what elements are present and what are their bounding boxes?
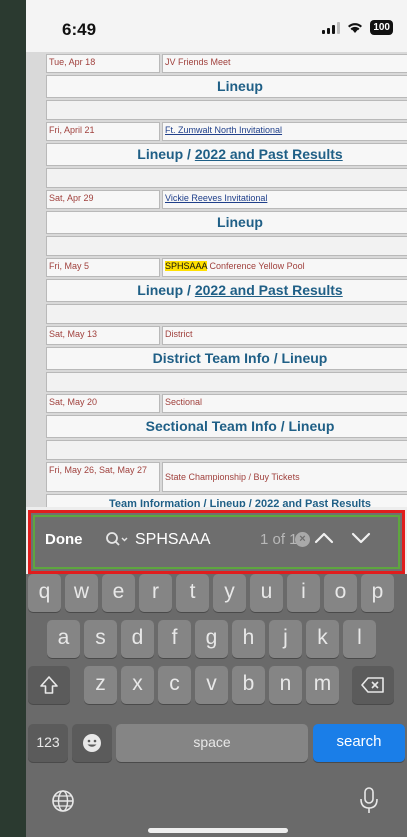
team-info-link[interactable]: District Team Info / Lineup <box>153 350 328 366</box>
event-cell[interactable]: Ft. Zumwalt North Invitational <box>162 122 407 141</box>
key-r[interactable]: r <box>139 574 172 612</box>
date-cell: Sat, May 13 <box>46 326 160 345</box>
team-info-cell: Team Information / Lineup / 2022 and Pas… <box>46 494 407 507</box>
lineup-cell[interactable]: Lineup <box>46 75 407 98</box>
schedule-table: Tue, Apr 18 JV Friends Meet Lineup Fri, A… <box>44 52 407 507</box>
match-count: 1 of 1 <box>260 531 298 548</box>
wifi-icon <box>348 23 363 33</box>
key-k[interactable]: k <box>306 620 339 658</box>
event-cell: SPHSAAA Conference Yellow Pool <box>162 258 407 277</box>
team-info-label[interactable]: Team Information / Lineup / <box>109 498 255 507</box>
keyboard: q w e r t y u i o p a s d f g h j k l z … <box>26 574 407 837</box>
microphone-icon[interactable] <box>358 786 380 816</box>
date-cell: Fri, April 21 <box>46 122 160 141</box>
key-n[interactable]: n <box>269 666 302 704</box>
key-h[interactable]: h <box>232 620 265 658</box>
spacer-cell <box>46 372 407 392</box>
date-cell: Fri, May 26, Sat, May 27 <box>46 462 160 492</box>
find-bar-highlight: Done SPHSAAA 1 of 1 × <box>28 510 405 574</box>
search-key[interactable]: search <box>313 724 405 762</box>
search-highlight: SPHSAAA <box>165 261 208 271</box>
web-content[interactable]: Tue, Apr 18 JV Friends Meet Lineup Fri, A… <box>26 52 407 507</box>
status-bar: 6:49 100 <box>26 0 407 52</box>
date-cell: Tue, Apr 18 <box>46 54 160 73</box>
key-d[interactable]: d <box>121 620 154 658</box>
delete-key[interactable] <box>352 666 394 704</box>
date-cell: Fri, May 5 <box>46 258 160 277</box>
key-x[interactable]: x <box>121 666 154 704</box>
key-e[interactable]: e <box>102 574 135 612</box>
event-text: Conference Yellow Pool <box>207 261 305 271</box>
spacer-cell <box>46 440 407 460</box>
signal-icon <box>322 21 341 34</box>
key-o[interactable]: o <box>324 574 357 612</box>
key-j[interactable]: j <box>269 620 302 658</box>
spacer-cell <box>46 304 407 324</box>
event-cell[interactable]: State Championship / Buy Tickets <box>162 462 407 492</box>
lineup-label[interactable]: Lineup / <box>137 282 195 298</box>
past-results-link[interactable]: 2022 and Past Results <box>195 282 343 298</box>
key-l[interactable]: l <box>343 620 376 658</box>
key-v[interactable]: v <box>195 666 228 704</box>
key-b[interactable]: b <box>232 666 265 704</box>
event-link[interactable]: Vickie Reeves Invitational <box>165 193 267 203</box>
phone-screen: 6:49 100 Tue, Apr 18 JV Friends Meet Line… <box>26 0 407 837</box>
backspace-icon <box>361 677 384 693</box>
event-cell: Sectional <box>162 394 407 413</box>
done-button[interactable]: Done <box>45 531 83 548</box>
lineup-label[interactable]: Lineup / <box>137 146 195 162</box>
event-cell[interactable]: Vickie Reeves Invitational <box>162 190 407 209</box>
key-m[interactable]: m <box>306 666 339 704</box>
lineup-link[interactable]: Lineup <box>217 78 263 94</box>
find-search-field[interactable]: SPHSAAA 1 of 1 × <box>105 525 325 555</box>
clear-icon[interactable]: × <box>295 532 310 547</box>
numbers-key[interactable]: 123 <box>28 724 68 762</box>
shift-icon <box>40 676 58 694</box>
home-indicator <box>148 828 288 833</box>
lineup-cell[interactable]: Lineup <box>46 211 407 234</box>
key-p[interactable]: p <box>361 574 394 612</box>
lineup-cell: Lineup / 2022 and Past Results <box>46 279 407 302</box>
past-results-link[interactable]: 2022 and Past Results <box>255 498 371 507</box>
search-icon[interactable] <box>105 531 129 549</box>
key-y[interactable]: y <box>213 574 246 612</box>
past-results-link[interactable]: 2022 and Past Results <box>195 146 343 162</box>
key-g[interactable]: g <box>195 620 228 658</box>
key-w[interactable]: w <box>65 574 98 612</box>
key-c[interactable]: c <box>158 666 191 704</box>
date-cell: Sat, May 20 <box>46 394 160 413</box>
status-time: 6:49 <box>62 20 97 39</box>
event-cell: JV Friends Meet <box>162 54 407 73</box>
key-f[interactable]: f <box>158 620 191 658</box>
spacer-cell <box>46 100 407 120</box>
space-key[interactable]: space <box>116 724 308 762</box>
shift-key[interactable] <box>28 666 70 704</box>
event-cell: District <box>162 326 407 345</box>
lineup-cell: Lineup / 2022 and Past Results <box>46 143 407 166</box>
battery-icon: 100 <box>370 20 393 35</box>
status-icons: 100 <box>322 20 393 35</box>
find-bar: Done SPHSAAA 1 of 1 × <box>33 515 400 569</box>
key-t[interactable]: t <box>176 574 209 612</box>
find-query[interactable]: SPHSAAA <box>135 531 211 549</box>
key-i[interactable]: i <box>287 574 320 612</box>
team-info-cell[interactable]: Sectional Team Info / Lineup <box>46 415 407 438</box>
team-info-link[interactable]: Sectional Team Info / Lineup <box>146 418 335 434</box>
date-cell: Sat, Apr 29 <box>46 190 160 209</box>
chevron-up-icon[interactable] <box>311 527 337 549</box>
key-z[interactable]: z <box>84 666 117 704</box>
chevron-down-icon[interactable] <box>348 527 374 549</box>
lineup-label[interactable]: Lineup <box>217 214 263 230</box>
key-q[interactable]: q <box>28 574 61 612</box>
spacer-cell <box>46 236 407 256</box>
key-u[interactable]: u <box>250 574 283 612</box>
key-a[interactable]: a <box>47 620 80 658</box>
spacer-cell <box>46 168 407 188</box>
emoji-key[interactable] <box>72 724 112 762</box>
key-s[interactable]: s <box>84 620 117 658</box>
event-link[interactable]: Ft. Zumwalt North Invitational <box>165 125 282 135</box>
team-info-cell[interactable]: District Team Info / Lineup <box>46 347 407 370</box>
globe-icon[interactable] <box>50 788 76 814</box>
emoji-icon <box>83 734 101 752</box>
